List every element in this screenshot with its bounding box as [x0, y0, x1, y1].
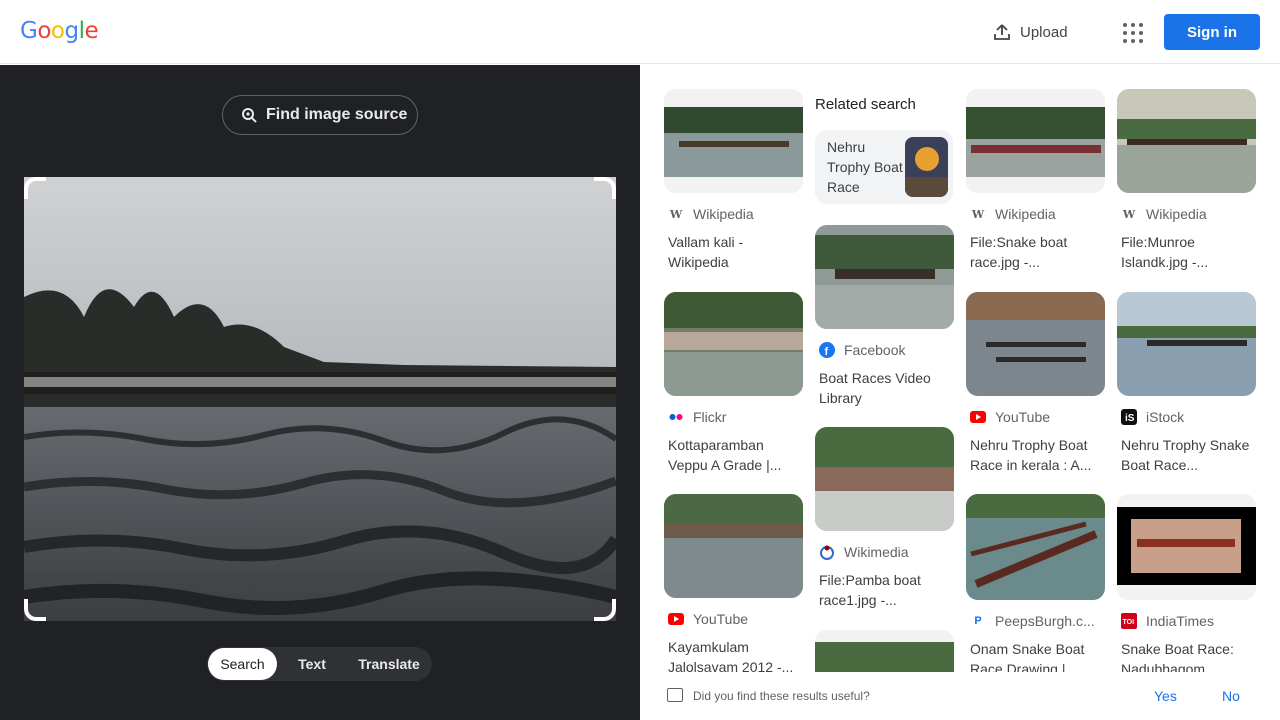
svg-text:TOI: TOI — [1123, 619, 1135, 626]
result-source: P PeepsBurgh.c... — [966, 613, 1105, 629]
istock-icon: iS — [1121, 409, 1137, 425]
result-title[interactable]: File:Pamba boat race1.jpg -... — [815, 570, 950, 610]
results-panel: W Wikipedia Vallam kali - Wikipedia Flick… — [640, 65, 1280, 672]
upload-icon — [994, 24, 1010, 40]
result-card[interactable]: W Wikipedia Vallam kali - Wikipedia — [664, 89, 803, 272]
result-title[interactable]: Kottaparamban Veppu A Grade |... — [664, 435, 799, 475]
result-card[interactable]: W Wikipedia File:Snake boat race.jpg -... — [966, 89, 1105, 272]
result-thumbnail[interactable] — [815, 225, 954, 329]
result-title[interactable]: Nehru Trophy Boat Race in kerala : A... — [966, 435, 1101, 475]
result-title[interactable]: Onam Snake Boat Race Drawing |... — [966, 639, 1101, 672]
find-image-source-label: Find image source — [266, 106, 408, 123]
result-source: Wikimedia — [815, 544, 954, 560]
result-thumbnail[interactable] — [1117, 89, 1256, 193]
wikipedia-icon: W — [971, 207, 985, 221]
apps-grid-icon[interactable] — [1120, 20, 1144, 44]
feedback-yes-button[interactable]: Yes — [1154, 688, 1177, 704]
query-image[interactable] — [24, 177, 616, 621]
result-thumbnail[interactable] — [664, 89, 803, 193]
sign-in-button[interactable]: Sign in — [1164, 14, 1260, 50]
result-source: YouTube — [664, 611, 803, 627]
result-card[interactable]: TOI IndiaTimes Snake Boat Race: Nadubhago… — [1117, 494, 1256, 672]
result-source: Flickr — [664, 409, 803, 425]
result-title[interactable]: Kayamkulam Jalolsavam 2012 -... — [664, 637, 799, 672]
result-card[interactable]: f Facebook Boat Races Video Library — [815, 225, 954, 408]
result-card[interactable]: Wikimedia File:Pamba boat race1.jpg -... — [815, 427, 954, 610]
feedback-bar: Did you find these results useful? Yes N… — [640, 672, 1280, 720]
result-card[interactable]: iS iStock Nehru Trophy Snake Boat Race... — [1117, 292, 1256, 475]
crop-handle-top-left[interactable] — [24, 177, 46, 199]
upload-button[interactable]: Upload — [992, 20, 1068, 44]
youtube-icon — [668, 611, 684, 627]
related-search-chip[interactable]: Nehru Trophy Boat Race — [815, 130, 953, 204]
feedback-icon — [667, 688, 683, 702]
related-search-query: Nehru Trophy Boat Race — [827, 139, 903, 195]
result-title[interactable]: Snake Boat Race: Nadubhagom... — [1117, 639, 1252, 672]
result-card[interactable]: P PeepsBurgh.c... Onam Snake Boat Race Dr… — [966, 494, 1105, 672]
result-title[interactable]: File:Munroe Islandk.jpg -... — [1117, 232, 1252, 272]
related-search-thumbnail — [905, 137, 948, 197]
result-title[interactable]: Vallam kali - Wikipedia — [664, 232, 799, 272]
result-card[interactable]: YouTube Kayamkulam Jalolsavam 2012 -... — [664, 494, 803, 672]
result-title[interactable]: File:Snake boat race.jpg -... — [966, 232, 1101, 272]
result-source: TOI IndiaTimes — [1121, 613, 1214, 629]
result-thumbnail[interactable] — [966, 292, 1105, 396]
result-source: iS iStock — [1117, 409, 1256, 425]
result-card[interactable]: YouTube Nehru Trophy Boat Race in kerala… — [966, 292, 1105, 475]
result-card[interactable]: W Wikipedia File:Munroe Islandk.jpg -... — [1117, 89, 1256, 272]
svg-text:iS: iS — [1125, 413, 1135, 424]
facebook-icon: f — [819, 342, 835, 358]
related-search-heading: Related search — [815, 96, 916, 113]
result-source: W Wikipedia — [971, 206, 1056, 222]
result-thumbnail[interactable] — [966, 494, 1105, 600]
crop-handle-top-right[interactable] — [594, 177, 616, 199]
wikipedia-icon: W — [1122, 207, 1136, 221]
result-thumbnail[interactable] — [815, 630, 954, 672]
result-source: W Wikipedia — [669, 206, 754, 222]
lens-panel: Find image source Search Text Translate — [0, 65, 640, 720]
upload-label: Upload — [1020, 23, 1068, 41]
wikimedia-icon — [819, 544, 835, 560]
feedback-no-button[interactable]: No — [1222, 688, 1240, 704]
google-logo[interactable]: Google — [20, 18, 99, 44]
youtube-icon — [970, 409, 986, 425]
result-source: YouTube — [966, 409, 1105, 425]
find-image-source-button[interactable]: Find image source — [222, 95, 418, 135]
tab-search[interactable]: Search — [208, 648, 277, 680]
flickr-icon — [668, 409, 684, 425]
result-title[interactable]: Boat Races Video Library — [815, 368, 950, 408]
wikipedia-icon: W — [669, 207, 683, 221]
peepsburgh-icon: P — [974, 615, 982, 627]
result-source: W Wikipedia — [1122, 206, 1207, 222]
tab-translate[interactable]: Translate — [347, 648, 431, 680]
tab-text[interactable]: Text — [277, 648, 347, 680]
feedback-question: Did you find these results useful? — [693, 689, 870, 703]
result-card[interactable] — [815, 630, 954, 672]
result-thumbnail[interactable] — [664, 494, 803, 598]
lens-mode-switcher: Search Text Translate — [207, 647, 432, 681]
result-thumbnail[interactable] — [815, 427, 954, 531]
indiatimes-icon: TOI — [1121, 613, 1137, 629]
result-title[interactable]: Nehru Trophy Snake Boat Race... — [1117, 435, 1252, 475]
top-bar: Google Upload Sign in — [0, 0, 1280, 64]
result-card[interactable]: Flickr Kottaparamban Veppu A Grade |... — [664, 292, 803, 475]
lens-search-icon — [242, 108, 257, 123]
result-source: f Facebook — [815, 342, 954, 358]
result-thumbnail[interactable] — [664, 292, 803, 396]
result-thumbnail[interactable] — [1117, 494, 1256, 600]
result-thumbnail[interactable] — [966, 89, 1105, 193]
result-thumbnail[interactable] — [1117, 292, 1256, 396]
crop-handle-bottom-left[interactable] — [24, 599, 46, 621]
svg-text:f: f — [825, 346, 829, 358]
